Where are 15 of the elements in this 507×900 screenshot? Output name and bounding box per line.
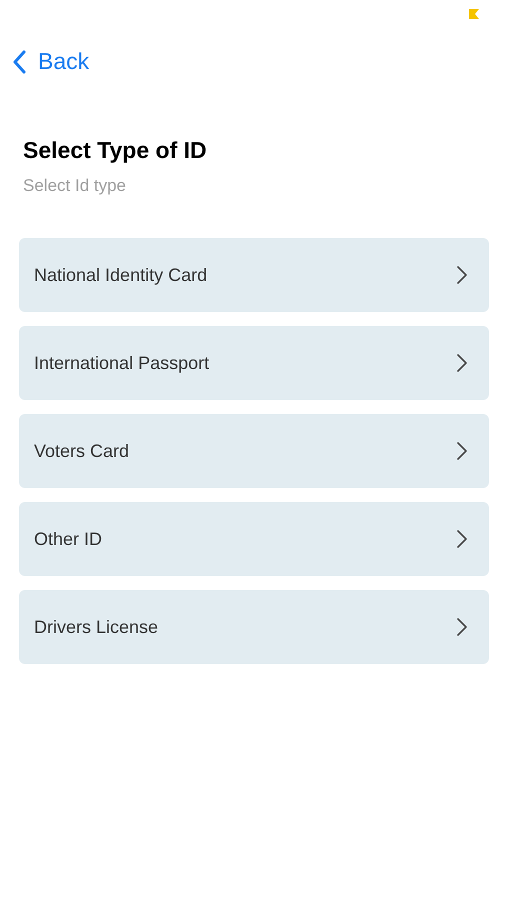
page-title: Select Type of ID — [23, 137, 208, 164]
page-subtitle: Select Id type — [23, 176, 128, 196]
chevron-right-icon — [457, 618, 467, 636]
back-button[interactable]: Back — [12, 48, 90, 75]
id-type-option[interactable]: Other ID — [19, 502, 489, 576]
chevron-right-icon — [457, 266, 467, 284]
id-type-option[interactable]: Drivers License — [19, 590, 489, 664]
id-type-option[interactable]: National Identity Card — [19, 238, 489, 312]
chevron-right-icon — [457, 354, 467, 372]
id-type-option[interactable]: Voters Card — [19, 414, 489, 488]
id-type-option[interactable]: International Passport — [19, 326, 489, 400]
chevron-left-icon — [12, 50, 26, 74]
status-icon — [469, 9, 479, 19]
chevron-right-icon — [457, 530, 467, 548]
chevron-right-icon — [457, 442, 467, 460]
